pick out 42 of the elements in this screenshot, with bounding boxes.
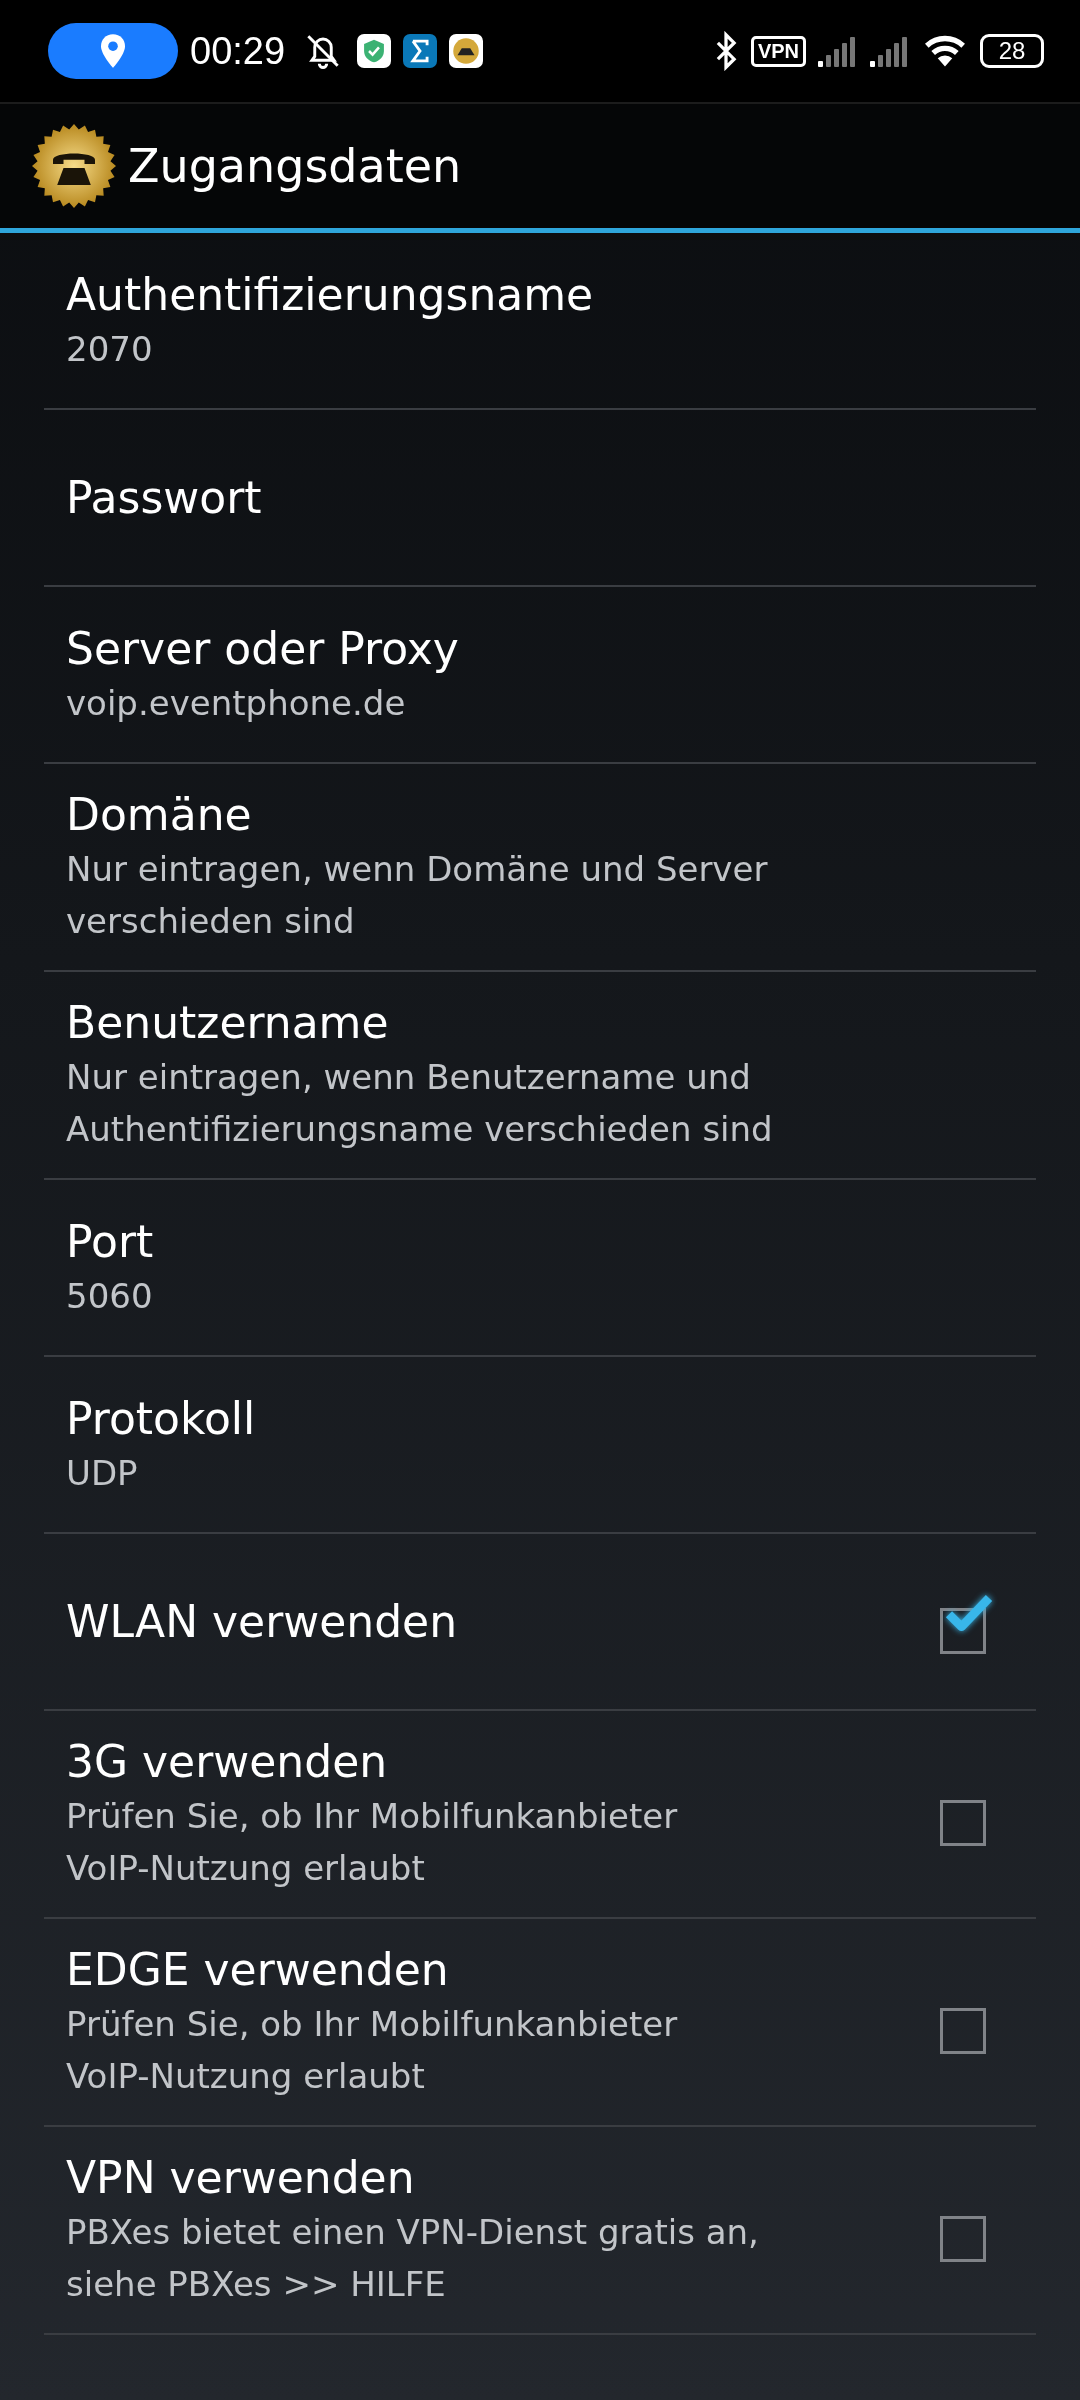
setting-title: VPN verwenden xyxy=(66,2151,416,2205)
shield-app-icon xyxy=(357,34,392,68)
setting-summary: voip.eventphone.de xyxy=(66,681,407,725)
setting-summary: Nur eintragen, wenn Benutzername und Authentifizierungsname verschieden sind xyxy=(66,1056,774,1151)
settings-row[interactable]: WLAN verwenden xyxy=(44,1534,1036,1711)
vpn-badge: VPN xyxy=(750,35,806,67)
settings-row[interactable]: VPN verwenden PBXes bietet einen VPN-Dienst gratis an, siehe PBXes >> HILFE xyxy=(44,2127,1036,2335)
settings-row[interactable]: Passwort xyxy=(44,410,1036,587)
setting-title: Benutzername xyxy=(66,996,390,1050)
setting-title: Port xyxy=(66,1214,155,1269)
setting-summary: UDP xyxy=(66,1451,139,1495)
setting-summary: Nur eintragen, wenn Domäne und Server verschieden sind xyxy=(66,848,769,943)
telephone-seal-icon xyxy=(32,124,116,208)
sigma-app-icon xyxy=(403,34,438,68)
setting-title: EDGE verwenden xyxy=(66,1943,450,1997)
setting-summary: PBXes bietet einen VPN-Dienst gratis an, siehe PBXes >> HILFE xyxy=(66,2211,760,2306)
setting-title: Domäne xyxy=(66,788,253,842)
settings-row[interactable]: 3G verwenden Prüfen Sie, ob Ihr Mobilfunkanbieter VoIP-Nutzung erlaubt xyxy=(44,1711,1036,1919)
screen-title: Zugangsdaten xyxy=(128,139,462,193)
settings-row[interactable]: Server oder Proxy voip.eventphone.de xyxy=(44,587,1036,764)
signal-icon xyxy=(870,35,910,67)
settings-row[interactable]: Authentifizierungsname 2070 xyxy=(44,233,1036,410)
setting-summary: Prüfen Sie, ob Ihr Mobilfunkanbieter VoIP-Nutzung erlaubt xyxy=(66,2003,679,2098)
setting-title: 3G verwenden xyxy=(66,1735,389,1789)
setting-title: Authentifizierungsname xyxy=(66,267,595,322)
settings-row[interactable]: EDGE verwenden Prüfen Sie, ob Ihr Mobilfunkanbieter VoIP-Nutzung erlaubt xyxy=(44,1919,1036,2127)
settings-row[interactable]: Domäne Nur eintragen, wenn Domäne und Server verschieden sind xyxy=(44,764,1036,972)
battery-level: 28 xyxy=(998,37,1026,65)
settings-row[interactable]: Port 5060 xyxy=(44,1180,1036,1357)
setting-summary: Prüfen Sie, ob Ihr Mobilfunkanbieter VoIP-Nutzung erlaubt xyxy=(66,1795,679,1890)
location-pin-icon xyxy=(98,33,128,69)
setting-title: Server oder Proxy xyxy=(66,621,460,676)
setting-title: WLAN verwenden xyxy=(66,1594,459,1649)
setting-summary: 2070 xyxy=(66,327,154,371)
settings-row[interactable]: Protokoll UDP xyxy=(44,1357,1036,1534)
clock-time: 00:29 xyxy=(190,29,286,73)
telephone-app-icon xyxy=(449,34,484,68)
setting-summary: 5060 xyxy=(66,1274,154,1318)
setting-title: Passwort xyxy=(66,470,263,525)
signal-icon xyxy=(818,35,858,67)
setting-title: Protokoll xyxy=(66,1391,257,1446)
settings-row[interactable]: Benutzername Nur eintragen, wenn Benutzername und Authentifizierungsname verschieden sind xyxy=(44,972,1036,1180)
